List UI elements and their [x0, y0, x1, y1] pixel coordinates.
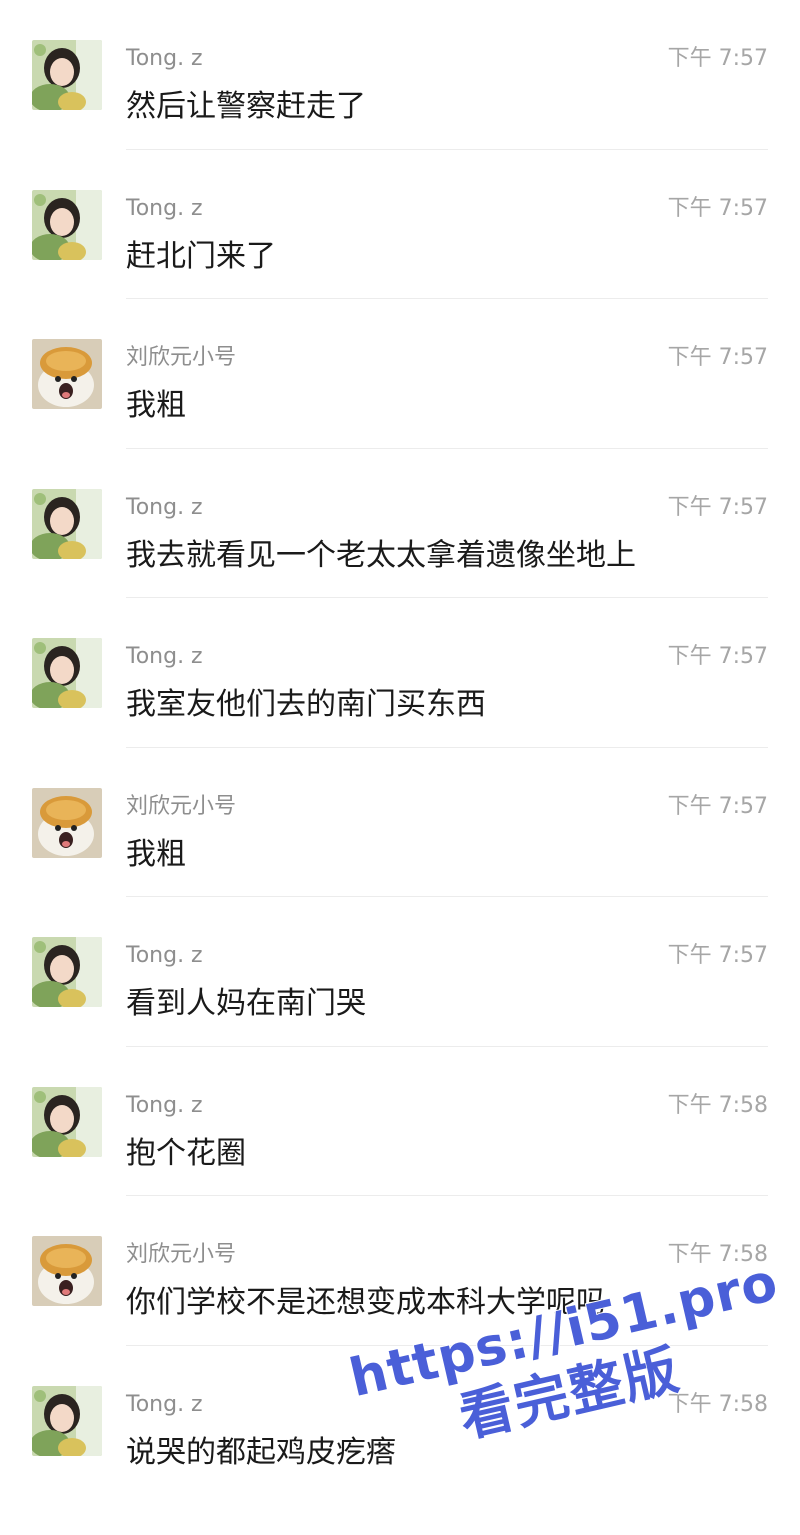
sender-name: Tong. z: [126, 1092, 203, 1118]
avatar[interactable]: [32, 937, 102, 1007]
message-text[interactable]: 我室友他们去的南门买东西: [126, 684, 486, 726]
message-text[interactable]: 然后让警察赶走了: [126, 86, 366, 128]
avatar[interactable]: [32, 488, 102, 559]
avatar[interactable]: [32, 1236, 102, 1306]
list-item[interactable]: 刘欣元小号 下午 7:57 我粗: [0, 748, 800, 897]
list-item[interactable]: Tong. z 下午 7:57 赶北门来了: [0, 150, 800, 299]
message-text[interactable]: 我粗: [126, 385, 186, 427]
avatar[interactable]: [32, 1086, 102, 1157]
sender-name: Tong. z: [126, 494, 203, 520]
avatar[interactable]: [32, 40, 102, 110]
message-time: 下午 7:58: [667, 1092, 768, 1118]
list-item[interactable]: Tong. z 下午 7:57 然后让警察赶走了: [0, 0, 800, 150]
sender-name: Tong. z: [126, 644, 203, 669]
avatar[interactable]: [32, 787, 102, 858]
girl-photo-avatar-icon: [32, 488, 102, 559]
girl-photo-avatar-icon: [32, 40, 102, 110]
message-list: Tong. z 下午 7:57 然后让警察赶走了 Tong. z 下午 7:57…: [0, 0, 800, 1495]
sender-name: 刘欣元小号: [126, 345, 237, 370]
message-text[interactable]: 抱个花圈: [126, 1133, 246, 1175]
list-item[interactable]: Tong. z 下午 7:57 看到人妈在南门哭: [0, 897, 800, 1047]
list-item[interactable]: Tong. z 下午 7:57 我室友他们去的南门买东西: [0, 598, 800, 748]
message-text[interactable]: 看到人妈在南门哭: [126, 983, 366, 1025]
list-item[interactable]: Tong. z 下午 7:58 说哭的都起鸡皮疙瘩: [0, 1346, 800, 1496]
sender-name: Tong. z: [126, 46, 203, 71]
sender-name: 刘欣元小号: [126, 793, 237, 819]
sender-name: 刘欣元小号: [126, 1242, 237, 1267]
girl-photo-avatar-icon: [32, 189, 102, 260]
list-item[interactable]: Tong. z 下午 7:57 我去就看见一个老太太拿着遗像坐地上: [0, 449, 800, 598]
dog-with-bread-avatar-icon: [32, 1236, 102, 1306]
girl-photo-avatar-icon: [32, 937, 102, 1007]
message-text[interactable]: 你们学校不是还想变成本科大学呢吗: [126, 1282, 606, 1324]
message-time: 下午 7:58: [667, 1391, 768, 1417]
dog-with-bread-avatar-icon: [32, 339, 102, 409]
message-time: 下午 7:57: [667, 793, 768, 819]
dog-with-bread-avatar-icon: [32, 787, 102, 858]
message-time: 下午 7:57: [667, 943, 768, 968]
list-item[interactable]: 刘欣元小号 下午 7:58 你们学校不是还想变成本科大学呢吗: [0, 1196, 800, 1346]
girl-photo-avatar-icon: [32, 1086, 102, 1157]
girl-photo-avatar-icon: [32, 638, 102, 708]
message-text[interactable]: 赶北门来了: [126, 236, 276, 278]
avatar[interactable]: [32, 1385, 102, 1456]
message-time: 下午 7:57: [667, 195, 768, 221]
message-time: 下午 7:58: [667, 1242, 768, 1267]
list-item[interactable]: Tong. z 下午 7:58 抱个花圈: [0, 1047, 800, 1196]
message-time: 下午 7:57: [667, 494, 768, 520]
list-item[interactable]: 刘欣元小号 下午 7:57 我粗: [0, 299, 800, 449]
sender-name: Tong. z: [126, 195, 203, 221]
avatar[interactable]: [32, 189, 102, 260]
message-text[interactable]: 我粗: [126, 834, 186, 876]
avatar[interactable]: [32, 339, 102, 409]
sender-name: Tong. z: [126, 943, 203, 968]
girl-photo-avatar-icon: [32, 1385, 102, 1456]
message-text[interactable]: 我去就看见一个老太太拿着遗像坐地上: [126, 535, 636, 577]
message-time: 下午 7:57: [667, 345, 768, 370]
message-time: 下午 7:57: [667, 644, 768, 669]
message-time: 下午 7:57: [667, 46, 768, 71]
message-text[interactable]: 说哭的都起鸡皮疙瘩: [126, 1432, 396, 1474]
sender-name: Tong. z: [126, 1391, 203, 1417]
avatar[interactable]: [32, 638, 102, 708]
